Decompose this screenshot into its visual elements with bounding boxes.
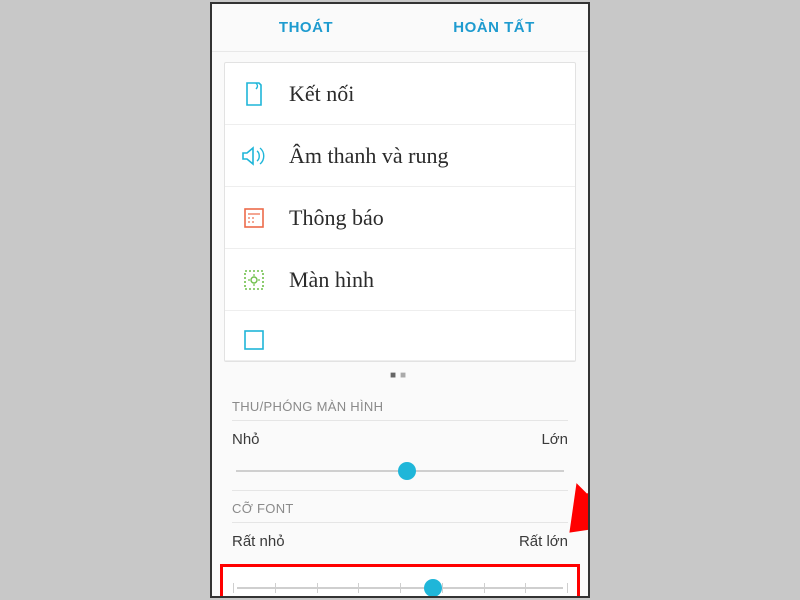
- zoom-slider[interactable]: [232, 456, 568, 484]
- slider-thumb[interactable]: [424, 579, 442, 597]
- slider-tick: [442, 583, 443, 593]
- slider-tick: [484, 583, 485, 593]
- font-max-label: Rất lớn: [519, 533, 568, 550]
- slider-tick: [567, 583, 568, 593]
- page-indicator: ■■: [212, 368, 588, 389]
- dialog-actions: THOÁT HOÀN TẤT: [212, 4, 588, 52]
- settings-row-display[interactable]: Màn hình: [225, 249, 575, 311]
- font-range-labels: Rất nhỏ Rất lớn: [232, 533, 568, 550]
- zoom-section: THU/PHÓNG MÀN HÌNH Nhỏ Lớn: [212, 389, 588, 490]
- font-title: CỠ FONT: [232, 490, 568, 523]
- settings-preview-card: Kết nối Âm thanh và rung Thông báo Màn h…: [224, 62, 576, 362]
- settings-row-label: Kết nối: [289, 81, 354, 107]
- phone-frame: THOÁT HOÀN TẤT Kết nối Âm thanh và rung …: [210, 2, 590, 598]
- font-min-label: Rất nhỏ: [232, 533, 285, 550]
- settings-row-partial[interactable]: [225, 311, 575, 361]
- slider-tick: [275, 583, 276, 593]
- display-icon: [239, 265, 269, 295]
- font-slider[interactable]: [233, 573, 567, 598]
- settings-row-label: Màn hình: [289, 267, 374, 293]
- sound-icon: [239, 141, 269, 171]
- settings-row-label: Âm thanh và rung: [289, 143, 448, 169]
- wallpaper-icon: [239, 325, 269, 355]
- zoom-min-label: Nhỏ: [232, 431, 260, 448]
- zoom-max-label: Lớn: [541, 431, 568, 448]
- settings-row-sound[interactable]: Âm thanh và rung: [225, 125, 575, 187]
- zoom-range-labels: Nhỏ Lớn: [232, 431, 568, 448]
- cancel-button[interactable]: THOÁT: [212, 4, 400, 51]
- font-section: CỠ FONT Rất nhỏ Rất lớn: [212, 490, 588, 564]
- slider-tick: [317, 583, 318, 593]
- connection-icon: [239, 79, 269, 109]
- slider-tick: [400, 583, 401, 593]
- notification-icon: [239, 203, 269, 233]
- slider-tick: [233, 583, 234, 593]
- settings-row-label: Thông báo: [289, 205, 384, 231]
- settings-row-connection[interactable]: Kết nối: [225, 63, 575, 125]
- done-button[interactable]: HOÀN TẤT: [400, 4, 588, 51]
- settings-row-notification[interactable]: Thông báo: [225, 187, 575, 249]
- slider-thumb[interactable]: [398, 462, 416, 480]
- zoom-title: THU/PHÓNG MÀN HÌNH: [232, 399, 568, 421]
- font-slider-highlight: [220, 564, 580, 598]
- slider-tick: [525, 583, 526, 593]
- slider-tick: [358, 583, 359, 593]
